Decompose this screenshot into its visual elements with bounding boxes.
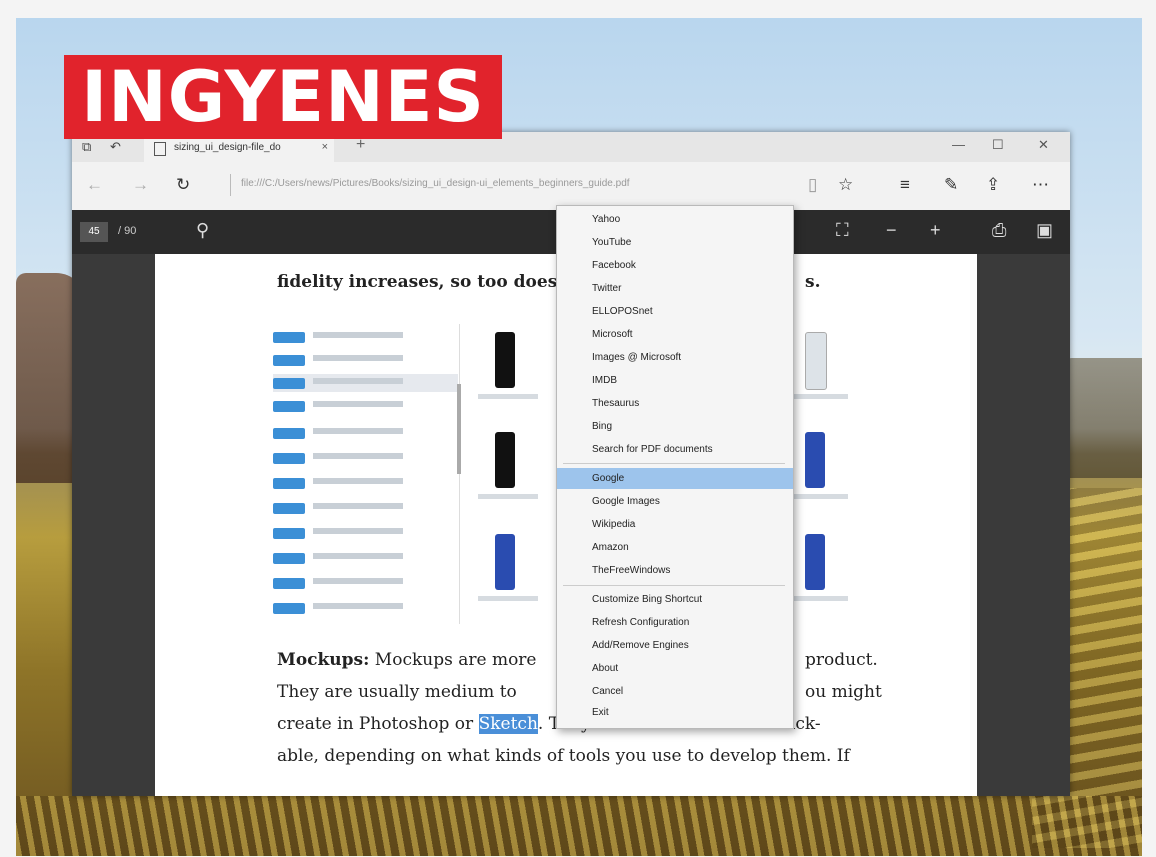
mockup-caption	[478, 394, 538, 399]
mockup-caption	[478, 494, 538, 499]
menu-item-google[interactable]: Google	[557, 468, 793, 489]
minimize-icon[interactable]: —	[952, 137, 965, 152]
mockup-list-item	[273, 424, 458, 442]
mockup-list-item	[273, 499, 458, 517]
mockup-caption	[788, 494, 848, 499]
menu-item-imdb[interactable]: IMDB	[557, 370, 793, 391]
pdf-file-icon	[154, 142, 166, 156]
back-tab-icon[interactable]: ↶	[110, 139, 121, 155]
mockup-list-item	[273, 449, 458, 467]
menu-item-customize[interactable]: Customize Bing Shortcut	[557, 589, 793, 610]
tab-title: sizing_ui_design-file_do	[174, 142, 281, 153]
zoom-in-icon[interactable]: +	[930, 220, 941, 241]
menu-item-refresh[interactable]: Refresh Configuration	[557, 612, 793, 633]
menu-item-thesaurus[interactable]: Thesaurus	[557, 393, 793, 414]
mockup-list-item	[273, 474, 458, 492]
tab-close-button[interactable]: ×	[322, 141, 328, 153]
text-line-top-end: s.	[805, 272, 821, 292]
mockup-scrollbar	[457, 384, 461, 474]
zoom-out-icon[interactable]: −	[886, 220, 897, 241]
menu-item-facebook[interactable]: Facebook	[557, 255, 793, 276]
mockup-phone	[495, 432, 515, 488]
maximize-icon[interactable]: ☐	[992, 137, 1004, 153]
selected-text[interactable]: Sketch	[478, 714, 538, 734]
fit-page-icon[interactable]: ⛶	[836, 220, 849, 241]
url-field[interactable]: file:///C:/Users/news/Pictures/Books/siz…	[230, 174, 791, 196]
search-icon[interactable]: ⚲	[196, 220, 209, 241]
mockup-phone	[805, 432, 825, 488]
menu-item-elloposnet[interactable]: ELLOPOSnet	[557, 301, 793, 322]
menu-separator	[563, 585, 785, 586]
browser-tab[interactable]: sizing_ui_design-file_do ×	[144, 136, 334, 162]
share-icon[interactable]: ⇪	[986, 175, 1000, 195]
more-icon[interactable]: ⋯	[1032, 175, 1049, 195]
reading-view-icon[interactable]: ▯	[808, 175, 817, 195]
text-line-1: Mockups: Mockups are more	[277, 650, 537, 670]
menu-item-wikipedia[interactable]: Wikipedia	[557, 514, 793, 535]
mockup-list-item	[273, 574, 458, 592]
menu-item-images-microsoft[interactable]: Images @ Microsoft	[557, 347, 793, 368]
web-note-icon[interactable]: ✎	[944, 175, 958, 195]
back-icon[interactable]: ←	[86, 175, 103, 195]
menu-item-twitter[interactable]: Twitter	[557, 278, 793, 299]
context-menu: Yahoo YouTube Facebook Twitter ELLOPOSne…	[556, 205, 794, 729]
mockup-phone	[495, 332, 515, 388]
menu-item-microsoft[interactable]: Microsoft	[557, 324, 793, 345]
forward-icon[interactable]: →	[132, 175, 149, 195]
mockup-caption	[788, 596, 848, 601]
mockup-phone	[805, 332, 827, 390]
hub-icon[interactable]: ≡	[900, 175, 910, 195]
url-text: file:///C:/Users/news/Pictures/Books/siz…	[241, 178, 630, 189]
mockup-list-item	[273, 351, 458, 369]
menu-item-bing[interactable]: Bing	[557, 416, 793, 437]
print-icon[interactable]: ⎙	[992, 220, 1006, 241]
page-number-field[interactable]: 45	[80, 222, 108, 242]
mockup-list-item	[273, 524, 458, 542]
menu-separator	[563, 463, 785, 464]
menu-item-about[interactable]: About	[557, 658, 793, 679]
text-line-4: able, depending on what kinds of tools y…	[277, 746, 850, 766]
menu-item-google-images[interactable]: Google Images	[557, 491, 793, 512]
menu-item-cancel[interactable]: Cancel	[557, 681, 793, 702]
menu-item-thefreewindows[interactable]: TheFreeWindows	[557, 560, 793, 581]
wallpaper-field-bottom	[16, 796, 1142, 856]
mockups-label: Mockups:	[277, 650, 370, 670]
mockup-phone	[805, 534, 825, 590]
menu-item-exit[interactable]: Exit	[557, 702, 793, 723]
mockup-list-item	[273, 549, 458, 567]
menu-item-amazon[interactable]: Amazon	[557, 537, 793, 558]
save-icon[interactable]: ▣	[1036, 220, 1053, 241]
mockup-list-item	[273, 397, 458, 415]
text-line-2a: They are usually medium to	[277, 682, 517, 702]
menu-item-youtube[interactable]: YouTube	[557, 232, 793, 253]
refresh-icon[interactable]: ↻	[176, 175, 190, 195]
favorite-star-icon[interactable]: ☆	[838, 175, 853, 195]
menu-item-search-pdf[interactable]: Search for PDF documents	[557, 439, 793, 460]
close-window-icon[interactable]: ✕	[1038, 137, 1049, 153]
mockup-list-item	[273, 374, 458, 392]
mockup-caption	[788, 394, 848, 399]
menu-item-add-remove[interactable]: Add/Remove Engines	[557, 635, 793, 656]
text-line-1b: product.	[805, 650, 878, 670]
mockup-list-item	[273, 328, 458, 346]
text-line-1a: Mockups are more	[374, 650, 537, 670]
menu-item-yahoo[interactable]: Yahoo	[557, 209, 793, 230]
address-bar: ← → ↻ file:///C:/Users/news/Pictures/Boo…	[72, 162, 1070, 211]
free-badge: INGYENES	[64, 55, 502, 139]
page-total: / 90	[118, 225, 137, 237]
text-line-top: fidelity increases, so too does	[277, 272, 558, 292]
mockup-divider	[459, 324, 460, 624]
text-line-3a: create in Photoshop or	[277, 714, 474, 734]
mockup-caption	[478, 596, 538, 601]
mockup-phone	[495, 534, 515, 590]
text-line-2b: ou might	[805, 682, 882, 702]
mockup-list-item	[273, 599, 458, 617]
tab-overview-icon[interactable]: ⧉	[82, 139, 91, 155]
